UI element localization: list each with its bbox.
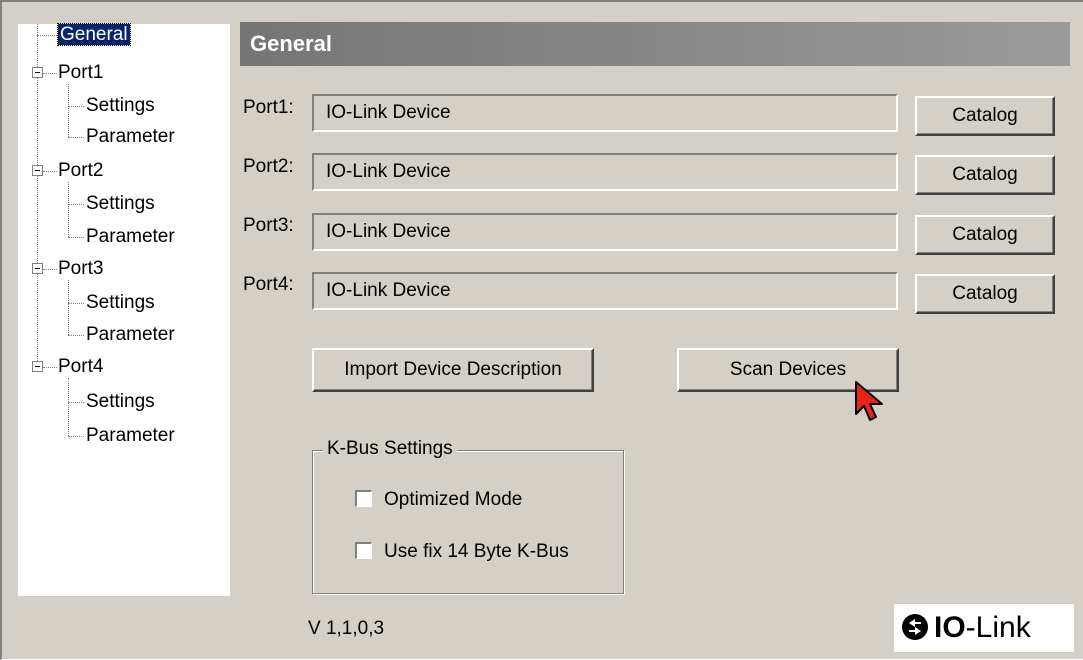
- tree-item-port4-parameter[interactable]: Parameter: [86, 425, 175, 447]
- version-text: V 1,1,0,3: [308, 618, 385, 639]
- tree-connector: [43, 171, 57, 172]
- tree-connector: [68, 303, 84, 304]
- tree-item-label: Parameter: [86, 126, 175, 147]
- tree-item-general[interactable]: General: [57, 23, 131, 46]
- port4-label: Port4:: [243, 274, 294, 295]
- tree-item-label: Port3: [58, 258, 104, 279]
- tree-connector: [68, 280, 69, 335]
- fix14-option[interactable]: Use fix 14 Byte K-Bus: [355, 541, 569, 563]
- tree-item-label: Settings: [86, 95, 155, 116]
- fix14-label: Use fix 14 Byte K-Bus: [384, 541, 569, 562]
- kbus-settings-group: K-Bus Settings Optimized Mode Use fix 14…: [312, 438, 624, 594]
- tree-item-port1[interactable]: Port1: [58, 62, 103, 84]
- kbus-settings-title: K-Bus Settings: [323, 438, 457, 460]
- tree-item-label: Settings: [86, 292, 155, 313]
- tree-connector: [43, 269, 57, 270]
- tree-connector: [68, 137, 84, 138]
- tree-item-port4[interactable]: Port4: [58, 356, 103, 378]
- tree-connector: [68, 335, 84, 336]
- port4-device-field[interactable]: IO-Link Device: [312, 272, 898, 310]
- tree-item-port2-parameter[interactable]: Parameter: [86, 226, 175, 248]
- tree-item-port1-parameter[interactable]: Parameter: [86, 126, 175, 148]
- tree-item-label: Parameter: [86, 324, 175, 345]
- tree-item-label: General: [57, 23, 131, 46]
- tree-item-label: Parameter: [86, 226, 175, 247]
- port1-label: Port1:: [243, 97, 294, 118]
- tree-item-port1-settings[interactable]: Settings: [86, 95, 155, 117]
- io-link-logo-icon: [902, 614, 928, 640]
- port3-device-field[interactable]: IO-Link Device: [312, 213, 898, 251]
- tree-connector: [37, 35, 57, 36]
- tree-connector: [43, 73, 57, 74]
- optimized-mode-option[interactable]: Optimized Mode: [355, 489, 522, 511]
- tree-item-port3-parameter[interactable]: Parameter: [86, 324, 175, 346]
- tree-connector: [68, 436, 84, 437]
- navigation-tree[interactable]: General Port1 Settings Parameter Port2 S…: [18, 23, 230, 596]
- tree-item-port2-settings[interactable]: Settings: [86, 193, 155, 215]
- tree-item-label: Settings: [86, 193, 155, 214]
- port2-catalog-button[interactable]: Catalog: [915, 155, 1055, 195]
- fix14-checkbox[interactable]: [355, 542, 372, 559]
- import-device-description-button[interactable]: Import Device Description: [312, 348, 594, 392]
- collapse-icon[interactable]: [32, 67, 43, 78]
- tree-connector: [68, 378, 69, 436]
- tree-item-label: Port4: [58, 356, 104, 377]
- port1-catalog-button[interactable]: Catalog: [915, 96, 1055, 136]
- port4-catalog-button[interactable]: Catalog: [915, 274, 1055, 314]
- tree-connector: [68, 402, 84, 403]
- tree-item-port3[interactable]: Port3: [58, 258, 103, 280]
- port3-catalog-button[interactable]: Catalog: [915, 215, 1055, 255]
- tree-item-label: Settings: [86, 391, 155, 412]
- tree-item-label: Port2: [58, 160, 104, 181]
- io-link-logo: IO-Link: [894, 604, 1074, 652]
- logo-link-text: -Link: [965, 611, 1031, 644]
- optimized-mode-checkbox[interactable]: [355, 490, 372, 507]
- tree-item-port3-settings[interactable]: Settings: [86, 292, 155, 314]
- page-title: General: [240, 22, 1070, 66]
- collapse-icon[interactable]: [32, 263, 43, 274]
- tree-connector: [43, 367, 57, 368]
- tree-item-label: Port1: [58, 62, 104, 83]
- mouse-cursor-icon: [855, 381, 883, 421]
- tree-connector: [68, 84, 69, 137]
- tree-item-port2[interactable]: Port2: [58, 160, 103, 182]
- logo-io-text: IO: [934, 611, 966, 644]
- tree-connector: [68, 237, 84, 238]
- collapse-icon[interactable]: [32, 165, 43, 176]
- tree-connector: [68, 182, 69, 237]
- collapse-icon[interactable]: [32, 361, 43, 372]
- tree-connector: [68, 204, 84, 205]
- tree-item-port4-settings[interactable]: Settings: [86, 391, 155, 413]
- port3-label: Port3:: [243, 215, 294, 236]
- port2-device-field[interactable]: IO-Link Device: [312, 153, 898, 191]
- port2-label: Port2:: [243, 156, 294, 177]
- tree-connector: [68, 106, 84, 107]
- tree-item-label: Parameter: [86, 425, 175, 446]
- optimized-mode-label: Optimized Mode: [384, 489, 523, 510]
- port1-device-field[interactable]: IO-Link Device: [312, 94, 898, 132]
